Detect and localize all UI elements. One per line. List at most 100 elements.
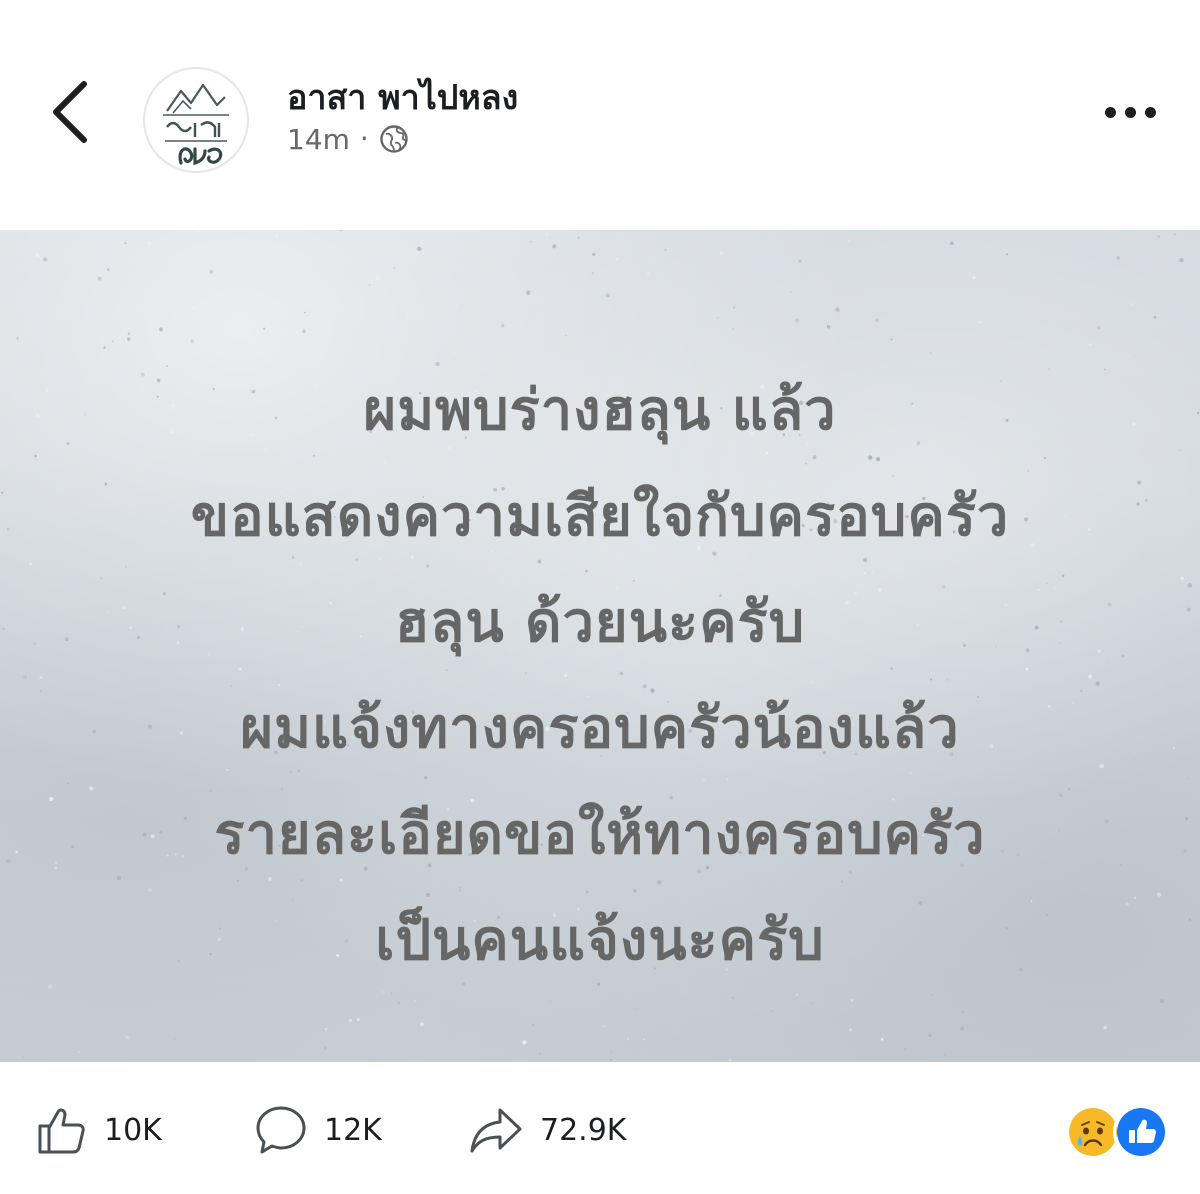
share-icon [470, 1108, 522, 1153]
texture-speck [850, 999, 854, 1002]
post-meta: 14m · [287, 119, 409, 159]
more-dot [1144, 106, 1156, 118]
globe-icon [380, 125, 408, 153]
texture-speck [406, 315, 410, 319]
texture-speck [209, 269, 214, 274]
texture-speck [1157, 235, 1161, 238]
post-header: อาสา พาไปหลง 14m · [0, 0, 1200, 230]
texture-speck [972, 275, 976, 280]
texture-speck [34, 454, 38, 458]
texture-speck [350, 332, 353, 334]
post-text: ผมพบร่างฮลุน แล้ว ขอแสดงความเสียใจกับครอ… [60, 358, 1140, 994]
texture-speck [112, 340, 114, 342]
texture-speck [732, 997, 734, 999]
texture-speck [542, 303, 545, 305]
texture-speck [39, 675, 43, 679]
texture-speck [798, 259, 802, 263]
texture-speck [125, 1035, 129, 1040]
texture-speck [393, 267, 396, 269]
texture-speck [1128, 354, 1131, 357]
texture-speck [605, 293, 610, 298]
texture-speck [192, 307, 196, 311]
texture-speck [719, 251, 723, 255]
texture-speck [903, 1047, 907, 1051]
texture-speck [376, 276, 380, 281]
texture-speck [15, 850, 19, 854]
comment-button[interactable]: 12K [252, 1102, 382, 1158]
texture-speck [1179, 449, 1182, 451]
post-actions: 10K 12K 72.9K [0, 1062, 1200, 1194]
like-button[interactable]: 10K [34, 1102, 162, 1158]
post-text-line: ผมแจ้งทางครอบครัวน้องแล้ว [240, 696, 960, 761]
texture-speck [880, 1037, 884, 1041]
texture-speck [728, 1058, 732, 1062]
texture-speck [642, 1038, 645, 1041]
post-text-line: ขอแสดงความเสียใจกับครอบครัว [190, 484, 1010, 549]
more-options-button[interactable] [1090, 92, 1170, 132]
post-text-line: ผมพบร่างฮลุน แล้ว [363, 378, 837, 443]
texture-speck [961, 1011, 964, 1014]
texture-speck [522, 1040, 527, 1045]
share-count: 72.9K [540, 1112, 627, 1148]
texture-speck [592, 253, 596, 256]
texture-speck [324, 1047, 327, 1049]
texture-speck [1188, 918, 1192, 922]
page-name[interactable]: อาสา พาไปหลง [287, 70, 518, 124]
texture-speck [348, 1018, 353, 1023]
texture-speck [565, 335, 567, 337]
texture-speck [849, 1028, 853, 1032]
texture-speck [526, 290, 531, 295]
texture-speck [54, 866, 58, 870]
texture-speck [931, 994, 933, 996]
texture-speck [1174, 233, 1176, 236]
post-text-line: รายละเอียดขอให้ทางครอบครัว [214, 802, 986, 867]
post-text-line: ฮลุน ด้วยนะครับ [394, 590, 806, 655]
texture-speck [538, 1052, 541, 1055]
reaction-summary[interactable] [1065, 1104, 1169, 1160]
texture-speck [190, 353, 193, 356]
post-text-line: เป็นคนแจ้งนะครับ [375, 908, 825, 973]
texture-speck [835, 307, 840, 312]
like-count: 10K [104, 1112, 162, 1148]
meta-separator: · [359, 122, 369, 155]
texture-speck [664, 248, 667, 252]
texture-speck [1005, 253, 1009, 256]
share-button[interactable]: 72.9K [466, 1102, 626, 1158]
texture-speck [1004, 296, 1006, 299]
texture-speck [159, 327, 163, 332]
texture-speck [847, 240, 850, 243]
texture-speck [501, 324, 505, 328]
texture-speck [890, 338, 893, 341]
texture-speck [35, 253, 40, 258]
back-button[interactable] [38, 72, 102, 152]
texture-speck [1153, 315, 1157, 319]
more-horizontal-icon [1104, 106, 1116, 118]
post-image[interactable]: ผมพบร่างฮลุน แล้ว ขอแสดงความเสียใจกับครอ… [0, 230, 1200, 1062]
chevron-left-icon [53, 81, 87, 143]
texture-speck [369, 284, 371, 286]
texture-speck [2, 627, 5, 631]
texture-speck [97, 276, 102, 281]
texture-speck [324, 1027, 328, 1031]
page-avatar[interactable] [143, 67, 249, 173]
texture-speck [874, 318, 879, 323]
texture-speck [960, 1026, 965, 1031]
texture-speck [397, 1001, 401, 1005]
texture-speck [452, 352, 456, 355]
texture-speck [103, 346, 106, 349]
texture-speck [98, 286, 101, 288]
texture-speck [414, 1000, 416, 1002]
texture-speck [78, 1051, 80, 1053]
texture-speck [6, 527, 10, 531]
post-timestamp[interactable]: 14m [287, 123, 350, 156]
texture-speck [198, 352, 201, 355]
texture-speck [552, 244, 557, 249]
texture-speck [33, 642, 37, 645]
texture-speck [647, 272, 650, 276]
texture-speck [732, 328, 735, 331]
texture-speck [304, 311, 306, 314]
texture-speck [1157, 892, 1162, 897]
texture-speck [1103, 1025, 1107, 1030]
texture-speck [356, 1017, 361, 1022]
texture-speck [44, 388, 49, 393]
